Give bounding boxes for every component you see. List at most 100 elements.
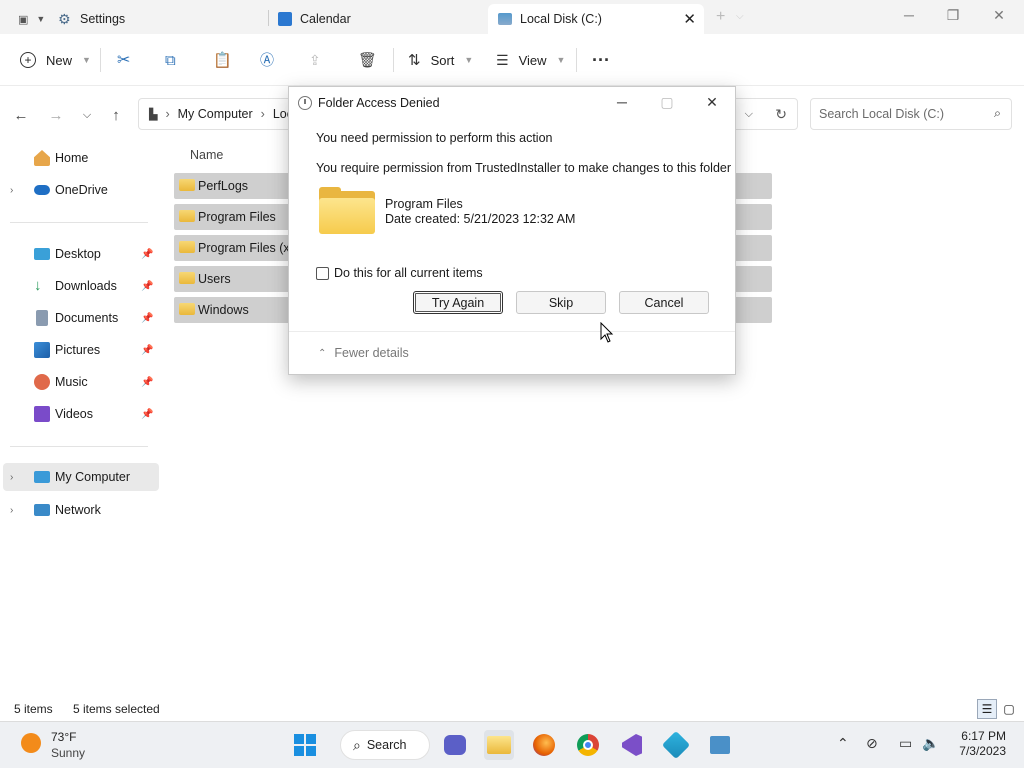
large-icons-view-icon[interactable]: ▢ [999,699,1019,719]
close-icon[interactable]: ✕ [683,10,696,28]
fewer-details-label: Fewer details [334,346,409,360]
gear-icon: ⚙ [58,11,71,27]
chevron-right-icon[interactable]: › [10,185,13,196]
firefox-icon[interactable] [529,730,559,760]
fewer-details-toggle[interactable]: ⌃ Fewer details [318,346,409,360]
sidebar-item-label: Desktop [55,247,101,261]
cancel-button[interactable]: Cancel [619,291,709,314]
sidebar-item-label: My Computer [55,470,131,484]
time: 6:17 PM [961,729,1006,743]
forward-arrow-icon[interactable]: → [45,104,67,126]
paste-icon[interactable]: 📋 [213,48,232,72]
more-options-icon[interactable]: ··· [592,48,610,72]
details-view-icon[interactable]: ☰ [977,699,997,719]
clock[interactable]: 6:17 PM 7/3/2023 [959,729,1006,759]
sidebar-item-documents[interactable]: Documents 📌 [0,304,156,332]
dialog-minimize-button[interactable]: ─ [599,89,645,115]
skip-button[interactable]: Skip [516,291,606,314]
sort-button[interactable]: ⇅ Sort ▼ [408,48,473,72]
breadcrumb-my-computer[interactable]: My Computer [178,107,253,121]
sidebar-item-my-computer[interactable]: › My Computer [3,463,159,491]
copy-icon[interactable]: ⧉ [165,48,176,72]
address-dropdown-chevron-icon[interactable]: ⌵ [745,108,753,121]
sidebar-item-videos[interactable]: Videos 📌 [0,400,156,428]
file-name: Windows [198,303,249,317]
chevron-right-icon[interactable]: › [10,472,13,483]
weather-sun-icon[interactable] [21,733,41,753]
sidebar-item-pictures[interactable]: Pictures 📌 [0,336,156,364]
search-input[interactable]: Search Local Disk (C:) ⌕ [810,98,1012,130]
file-explorer-icon[interactable] [484,730,514,760]
maximize-button[interactable]: ❐ [930,0,976,30]
rename-icon[interactable]: Ⓐ [260,48,274,72]
weather-temperature[interactable]: 73°F [51,730,76,744]
recent-locations-chevron-icon[interactable]: ⌵ [76,104,98,126]
view-button[interactable]: ☰ View ▼ [496,48,565,72]
dialog-maximize-button[interactable]: ▢ [644,89,690,115]
new-tab-button[interactable]: + [716,8,725,26]
column-header-name[interactable]: Name [190,148,223,162]
status-bar: 5 items 5 items selected ☰ ▢ [0,697,1024,721]
new-button[interactable]: + New ▼ [20,48,91,72]
chevron-up-icon[interactable]: ⌃ [837,735,849,752]
pin-icon[interactable]: 📌 [141,249,153,260]
taskbar-search-button[interactable]: ⌕ Search [340,730,430,760]
document-icon [36,310,48,326]
battery-icon[interactable]: ▭ [899,735,912,752]
chat-icon[interactable] [440,730,470,760]
try-again-button[interactable]: Try Again [413,291,503,314]
tab-local-disk[interactable]: Local Disk (C:) ✕ [488,4,704,34]
up-arrow-icon[interactable]: ↑ [105,104,127,126]
tab-overflow-chevron-icon[interactable]: ⌵ [736,11,744,22]
videos-icon [34,406,50,422]
search-icon: ⌕ [353,736,361,753]
taskbar: 73°F Sunny ⌕ Search ⌃ ⊘ ▭ 🔈 6:17 PM 7/3/… [0,721,1024,768]
view-icon: ☰ [496,51,509,68]
sidebar-item-music[interactable]: Music 📌 [0,368,156,396]
app-icon[interactable] [661,730,691,760]
refresh-icon[interactable]: ↻ [775,106,787,123]
dialog-close-button[interactable]: ✕ [689,89,735,115]
sidebar-item-label: Music [55,375,88,389]
folder-icon [179,179,195,191]
tab-bar: ▣ ▼ ⚙ Settings Calendar Local Disk (C:) … [0,0,1024,34]
volume-icon[interactable]: 🔈 [922,735,939,752]
chrome-icon[interactable] [573,730,603,760]
sidebar-item-home[interactable]: Home [0,144,156,172]
chevron-up-icon: ⌃ [318,347,327,359]
pin-icon[interactable]: 📌 [141,313,153,324]
sidebar-item-label: Pictures [55,343,101,357]
home-icon [34,150,50,166]
tab-calendar[interactable]: Calendar [268,4,488,34]
sidebar-item-onedrive[interactable]: › OneDrive [0,176,156,204]
command-bar: + New ▼ ✂ ⧉ 📋 Ⓐ ⇪ 🗑 ⇅ Sort ▼ ☰ View ▼ ··… [0,34,1024,86]
sidebar-item-label: Network [55,503,101,517]
tab-menu-button[interactable]: ▣ ▼ [8,4,45,34]
minimize-button[interactable]: ─ [886,0,932,30]
sidebar-item-network[interactable]: › Network [0,496,156,524]
apply-to-all-label[interactable]: Do this for all current items [334,266,483,280]
tab-settings[interactable]: ⚙ Settings [48,4,268,34]
weather-description[interactable]: Sunny [51,746,85,760]
chevron-right-icon[interactable]: › [10,505,13,516]
network-disconnected-icon[interactable]: ⊘ [866,735,878,752]
delete-icon[interactable]: 🗑 [358,48,377,72]
selected-count: 5 items selected [73,702,160,716]
pin-icon[interactable]: 📌 [141,281,153,292]
pin-icon[interactable]: 📌 [141,409,153,420]
apply-to-all-checkbox[interactable] [316,267,329,280]
start-windows-icon[interactable] [290,730,320,760]
cut-icon[interactable]: ✂ [117,48,130,72]
pin-icon[interactable]: 📌 [141,377,153,388]
sidebar-item-downloads[interactable]: ↓ Downloads 📌 [0,272,156,300]
window-close-button[interactable]: ✕ [976,0,1022,30]
sidebar-item-desktop[interactable]: Desktop 📌 [0,240,156,268]
computer-icon: ▙ [149,108,158,121]
back-arrow-icon[interactable]: ← [10,104,32,126]
pin-icon[interactable]: 📌 [141,345,153,356]
visual-studio-icon[interactable] [617,730,647,760]
network-utility-icon[interactable] [705,730,735,760]
dialog-message-detail: You require permission from TrustedInsta… [316,161,732,175]
computer-icon [34,471,50,483]
share-icon[interactable]: ⇪ [309,48,321,72]
